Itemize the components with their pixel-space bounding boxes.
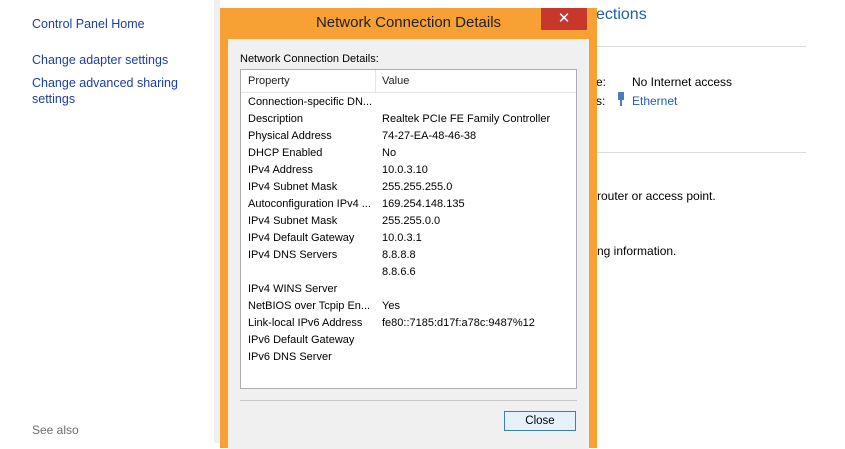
ethernet-icon [616, 92, 626, 109]
see-also-heading: See also [32, 423, 79, 437]
column-header-value[interactable]: Value [382, 70, 409, 92]
dialog-separator [240, 400, 577, 401]
change-advanced-sharing-settings-link[interactable]: Change advanced sharing settings [32, 75, 182, 107]
change-adapter-settings-link[interactable]: Change adapter settings [32, 52, 202, 68]
list-rows: Connection-specific DN... Description Rea… [241, 94, 576, 366]
row-value: 10.0.3.1 [382, 232, 422, 244]
details-list[interactable]: Property Value Connection-specific DN...… [240, 69, 577, 389]
background-divider-2 [597, 152, 806, 153]
row-property: IPv6 DNS Server [248, 351, 332, 363]
row-property: DHCP Enabled [248, 147, 323, 159]
table-row[interactable]: Autoconfiguration IPv4 ... 169.254.148.13… [241, 196, 576, 213]
row-property: Connection-specific DN... [248, 96, 372, 108]
network-connection-details-dialog: Network Connection Details ✕ Network Con… [220, 8, 597, 449]
close-button[interactable]: Close [504, 411, 576, 431]
table-row[interactable]: 8.8.6.6 [241, 264, 576, 281]
dialog-client-area: Network Connection Details: Property Val… [228, 39, 589, 449]
row-value: 8.8.8.8 [382, 249, 416, 261]
row-property: IPv4 WINS Server [248, 283, 338, 295]
row-property: NetBIOS over Tcpip En... [248, 300, 371, 312]
table-row[interactable]: IPv4 Address 10.0.3.10 [241, 162, 576, 179]
row-value: 255.255.255.0 [382, 181, 453, 193]
row-value: No [382, 147, 397, 159]
table-row[interactable]: IPv4 Subnet Mask 255.255.255.0 [241, 179, 576, 196]
row-property: IPv4 Subnet Mask [248, 181, 338, 193]
background-divider [597, 46, 806, 47]
table-row[interactable]: IPv4 WINS Server [241, 281, 576, 298]
table-row[interactable]: Description Realtek PCIe FE Family Contro… [241, 111, 576, 128]
row-property: IPv4 Address [248, 164, 313, 176]
row-value: Realtek PCIe FE Family Controller [382, 113, 551, 125]
left-navigation-pane: Control Panel Home Change adapter settin… [0, 0, 214, 443]
row-property: Link-local IPv6 Address [248, 317, 363, 329]
column-separator[interactable] [375, 70, 376, 92]
access-type-label: e: [596, 75, 607, 89]
row-value: 255.255.0.0 [382, 215, 441, 227]
table-row[interactable]: Link-local IPv6 Address fe80::7185:d17f:a… [241, 315, 576, 332]
router-text: router or access point. [597, 189, 716, 203]
table-row[interactable]: Physical Address 74-27-EA-48-46-38 [241, 128, 576, 145]
table-row[interactable]: IPv6 Default Gateway [241, 332, 576, 349]
row-value: 8.8.6.6 [382, 266, 416, 278]
table-row[interactable]: IPv4 DNS Servers 8.8.8.8 [241, 247, 576, 264]
table-row[interactable]: IPv4 Default Gateway 10.0.3.1 [241, 230, 576, 247]
close-icon[interactable]: ✕ [541, 8, 587, 30]
connections-label: s: [596, 94, 606, 108]
background-page-title: ections [596, 6, 647, 23]
row-value: 169.254.148.135 [382, 198, 465, 210]
info-text: ng information. [597, 244, 677, 258]
row-property: Physical Address [248, 130, 332, 142]
row-property: Description [248, 113, 304, 125]
access-type-value: No Internet access [632, 75, 733, 89]
row-property: Autoconfiguration IPv4 ... [248, 198, 371, 210]
table-row[interactable]: IPv4 Subnet Mask 255.255.0.0 [241, 213, 576, 230]
table-row[interactable]: NetBIOS over Tcpip En... Yes [241, 298, 576, 315]
table-row[interactable]: IPv6 DNS Server [241, 349, 576, 366]
table-row[interactable]: Connection-specific DN... [241, 94, 576, 111]
row-value: Yes [382, 300, 400, 312]
row-property: IPv6 Default Gateway [248, 334, 355, 346]
details-label: Network Connection Details: [240, 53, 379, 65]
row-property: IPv4 Subnet Mask [248, 215, 338, 227]
list-header: Property Value [241, 70, 576, 93]
ethernet-connection-link[interactable]: Ethernet [632, 94, 677, 108]
row-value: fe80::7185:d17f:a78c:9487%12 [382, 317, 535, 329]
row-property: IPv4 Default Gateway [248, 232, 355, 244]
table-row[interactable]: DHCP Enabled No [241, 145, 576, 162]
row-value: 74-27-EA-48-46-38 [382, 130, 477, 142]
control-panel-home-link[interactable]: Control Panel Home [32, 16, 202, 32]
row-property: IPv4 DNS Servers [248, 249, 338, 261]
row-value: 10.0.3.10 [382, 164, 428, 176]
column-header-property[interactable]: Property [248, 70, 290, 92]
